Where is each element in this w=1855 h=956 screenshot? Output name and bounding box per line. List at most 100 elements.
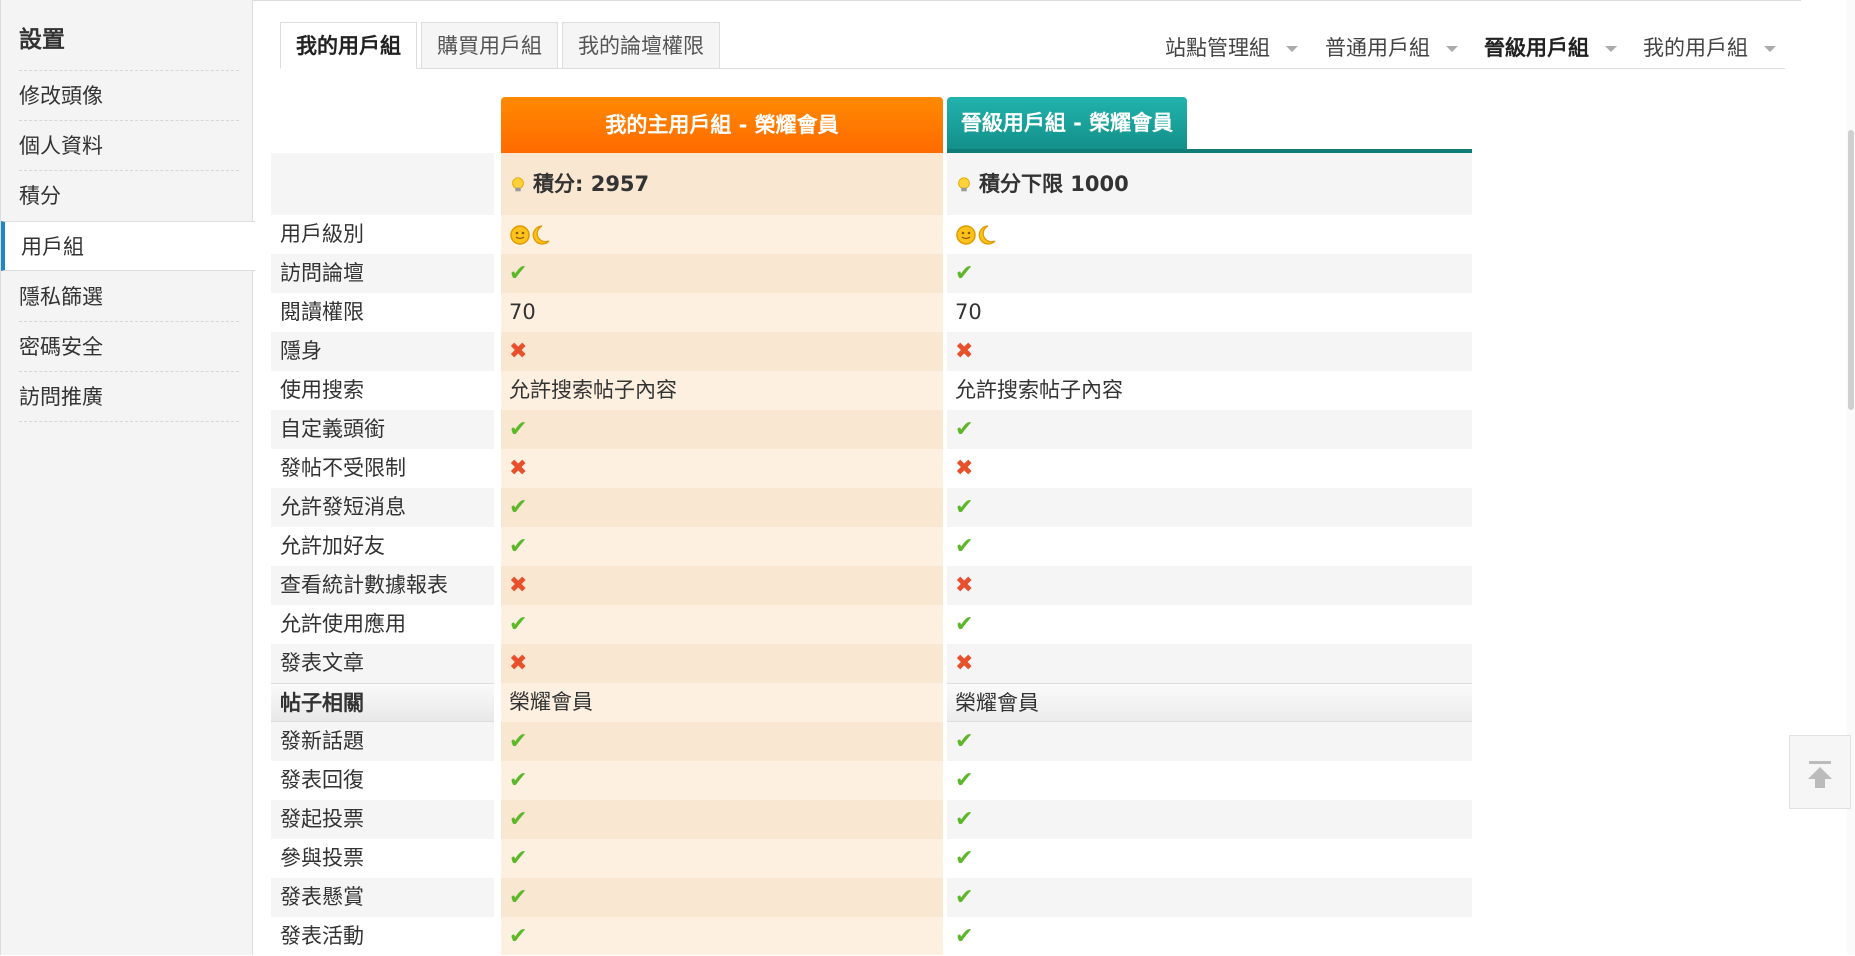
cell-text: 榮耀會員 (509, 690, 593, 714)
upgrade-group-cell: ✔ (947, 761, 1472, 800)
sidebar-item-promotion[interactable]: 訪問推廣 (1, 372, 253, 422)
check-icon: ✔ (955, 534, 974, 559)
sidebar-item-label: 隱私篩選 (19, 285, 103, 309)
cell-text: 70 (509, 300, 536, 324)
sidebar-item-privacy[interactable]: 隱私篩選 (1, 272, 253, 322)
main-group-cell: ✖ (501, 566, 943, 605)
sidebar-item-profile[interactable]: 個人資料 (1, 121, 253, 171)
alt-score: 積分下限 1000 (955, 155, 1129, 213)
row-label: 發表活動 (280, 924, 364, 948)
check-icon: ✔ (955, 612, 974, 637)
check-icon: ✔ (509, 612, 528, 637)
link-label: 晉級用戶組 (1484, 36, 1589, 60)
main-group-cell: 允許搜索帖子內容 (501, 371, 943, 410)
main-group-cell: ✔ (501, 839, 943, 878)
link-upgrade-group[interactable]: 晉級用戶組 (1484, 32, 1617, 62)
level-sun-moon-icon (956, 225, 996, 245)
cross-icon: ✖ (955, 651, 974, 676)
level-sun-moon-icon (510, 225, 550, 245)
check-icon: ✔ (509, 495, 528, 520)
sidebar-item-label: 個人資料 (19, 134, 103, 158)
sidebar-item-label: 積分 (19, 184, 61, 208)
table-row: 參與投票 ✔ ✔ (271, 839, 1472, 878)
upgrade-group-cell: 允許搜索帖子內容 (947, 371, 1472, 410)
row-label: 使用搜索 (280, 378, 364, 402)
main-group-header: 我的主用戶組 - 榮耀會員 (501, 97, 943, 153)
cross-icon: ✖ (955, 339, 974, 364)
sidebar-item-usergroup[interactable]: 用戶組 (1, 221, 255, 271)
main-group-cell (501, 215, 943, 254)
link-label: 站點管理組 (1165, 36, 1270, 60)
level-icons (955, 222, 1003, 246)
main-group-cell: ✖ (501, 332, 943, 371)
main-group-cell: ✖ (501, 449, 943, 488)
upgrade-group-cell: ✔ (947, 722, 1472, 761)
table-row: 查看統計數據報表 ✖ ✖ (271, 566, 1472, 605)
check-icon: ✔ (509, 924, 528, 949)
cross-icon: ✖ (509, 651, 528, 676)
table-row: 發起投票 ✔ ✔ (271, 800, 1472, 839)
table-row: 發帖不受限制 ✖ ✖ (271, 449, 1472, 488)
cross-icon: ✖ (509, 573, 528, 598)
cross-icon: ✖ (509, 339, 528, 364)
alt-score-text: 積分下限 1000 (979, 172, 1129, 196)
lightbulb-icon (958, 177, 970, 192)
sidebar-item-label: 用戶組 (21, 235, 84, 259)
row-label: 閱讀權限 (280, 300, 364, 324)
chevron-down-icon (1764, 46, 1776, 52)
check-icon: ✔ (955, 495, 974, 520)
table-row: 允許使用應用 ✔ ✔ (271, 605, 1472, 644)
table-row: 發表文章 ✖ ✖ (271, 644, 1472, 683)
table-row: 隱身 ✖ ✖ (271, 332, 1472, 371)
link-admin-group[interactable]: 站點管理組 (1165, 32, 1298, 62)
main-score: 積分: 2957 (509, 155, 649, 213)
table-row: 發新話題 ✔ ✔ (271, 722, 1472, 761)
check-icon: ✔ (509, 729, 528, 754)
row-label: 發起投票 (271, 800, 494, 839)
upgrade-group-cell (947, 215, 1472, 254)
upgrade-group-cell: ✖ (947, 332, 1472, 371)
check-icon: ✔ (955, 885, 974, 910)
check-icon: ✔ (509, 807, 528, 832)
table-row: 允許加好友 ✔ ✔ (271, 527, 1472, 566)
upgrade-group-cell: ✔ (947, 839, 1472, 878)
table-row: 發表活動 ✔ ✔ (271, 917, 1472, 956)
sidebar-item-avatar[interactable]: 修改頭像 (1, 71, 253, 121)
level-icons (509, 222, 557, 246)
cross-icon: ✖ (509, 456, 528, 481)
sidebar-item-password[interactable]: 密碼安全 (1, 322, 253, 372)
main-group-cell: ✔ (501, 878, 943, 917)
upgrade-group-cell: ✖ (947, 566, 1472, 605)
link-label: 我的用戶組 (1643, 36, 1748, 60)
lightbulb-icon (512, 177, 524, 192)
row-label: 自定義頭銜 (271, 410, 494, 449)
main-score-text: 積分: 2957 (533, 172, 650, 196)
check-icon: ✔ (955, 807, 974, 832)
row-label: 發帖不受限制 (280, 456, 406, 480)
check-icon: ✔ (509, 768, 528, 793)
cell-text: 允許搜索帖子內容 (955, 378, 1123, 402)
upgrade-group-cell: ✔ (947, 488, 1472, 527)
table-row: 用戶級別 (271, 215, 1472, 254)
check-icon: ✔ (955, 729, 974, 754)
link-my-group[interactable]: 我的用戶組 (1643, 32, 1776, 62)
back-to-top-button[interactable] (1789, 735, 1851, 809)
upgrade-group-cell: ✔ (947, 605, 1472, 644)
scrollbar-thumb[interactable] (1848, 130, 1854, 410)
sidebar-item-credits[interactable]: 積分 (1, 171, 253, 221)
tab-buy-usergroup[interactable]: 購買用戶組 (421, 22, 558, 69)
link-normal-group[interactable]: 普通用戶組 (1325, 32, 1458, 62)
upgrade-group-cell: ✔ (947, 800, 1472, 839)
tab-my-usergroup[interactable]: 我的用戶組 (280, 22, 417, 69)
check-icon: ✔ (955, 261, 974, 286)
table-row: 訪問論壇 ✔ ✔ (271, 254, 1472, 293)
tab-forum-permissions[interactable]: 我的論壇權限 (562, 22, 720, 69)
scrollbar[interactable] (1847, 0, 1855, 955)
row-label: 允許發短消息 (271, 488, 494, 527)
table-row: 自定義頭銜 ✔ ✔ (271, 410, 1472, 449)
row-label: 訪問論壇 (271, 254, 494, 293)
main-group-cell: ✔ (501, 917, 943, 956)
chevron-down-icon (1286, 46, 1298, 52)
upgrade-group-cell: ✔ (947, 254, 1472, 293)
upgrade-group-header[interactable]: 晉級用戶組 - 榮耀會員 (947, 97, 1187, 149)
